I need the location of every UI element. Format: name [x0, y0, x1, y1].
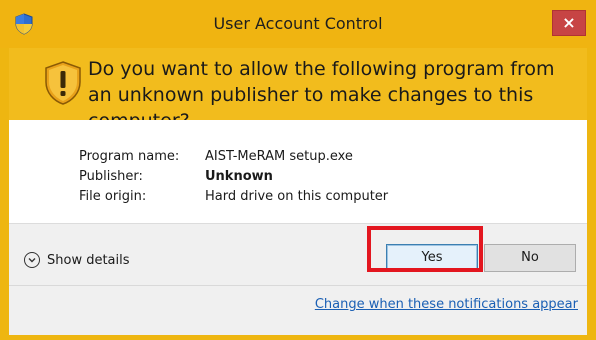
window-title: User Account Control: [213, 14, 383, 33]
detail-value: Hard drive on this computer: [205, 189, 389, 204]
detail-label: Publisher:: [79, 169, 143, 184]
detail-row-program-name: Program name: AIST-MeRAM setup.exe: [79, 147, 388, 167]
close-icon: ×: [562, 13, 576, 32]
yes-button[interactable]: Yes: [386, 244, 478, 272]
show-details-toggle[interactable]: Show details: [24, 250, 130, 270]
dialog-body: Program name: AIST-MeRAM setup.exe Publis…: [9, 120, 587, 335]
chevron-down-icon: [24, 252, 40, 268]
title-bar: User Account Control ×: [0, 0, 596, 48]
warning-shield-icon: [43, 60, 83, 106]
detail-label: Program name:: [79, 149, 180, 164]
detail-value: AIST-MeRAM setup.exe: [205, 149, 353, 164]
button-panel: Show details Yes No Change when these no…: [9, 224, 587, 335]
close-button[interactable]: ×: [552, 10, 586, 36]
prompt-header: Do you want to allow the following progr…: [9, 48, 587, 132]
detail-row-file-origin: File origin: Hard drive on this computer: [79, 187, 388, 207]
notifications-settings-link[interactable]: Change when these notifications appear: [315, 297, 578, 312]
detail-value: Unknown: [205, 169, 273, 184]
show-details-label: Show details: [47, 252, 130, 268]
separator: [9, 285, 587, 286]
detail-row-publisher: Publisher: Unknown: [79, 167, 388, 187]
detail-label: File origin:: [79, 189, 147, 204]
program-details: Program name: AIST-MeRAM setup.exe Publis…: [79, 147, 388, 207]
uac-dialog: User Account Control × Do you want to al…: [0, 0, 596, 340]
no-button[interactable]: No: [484, 244, 576, 272]
